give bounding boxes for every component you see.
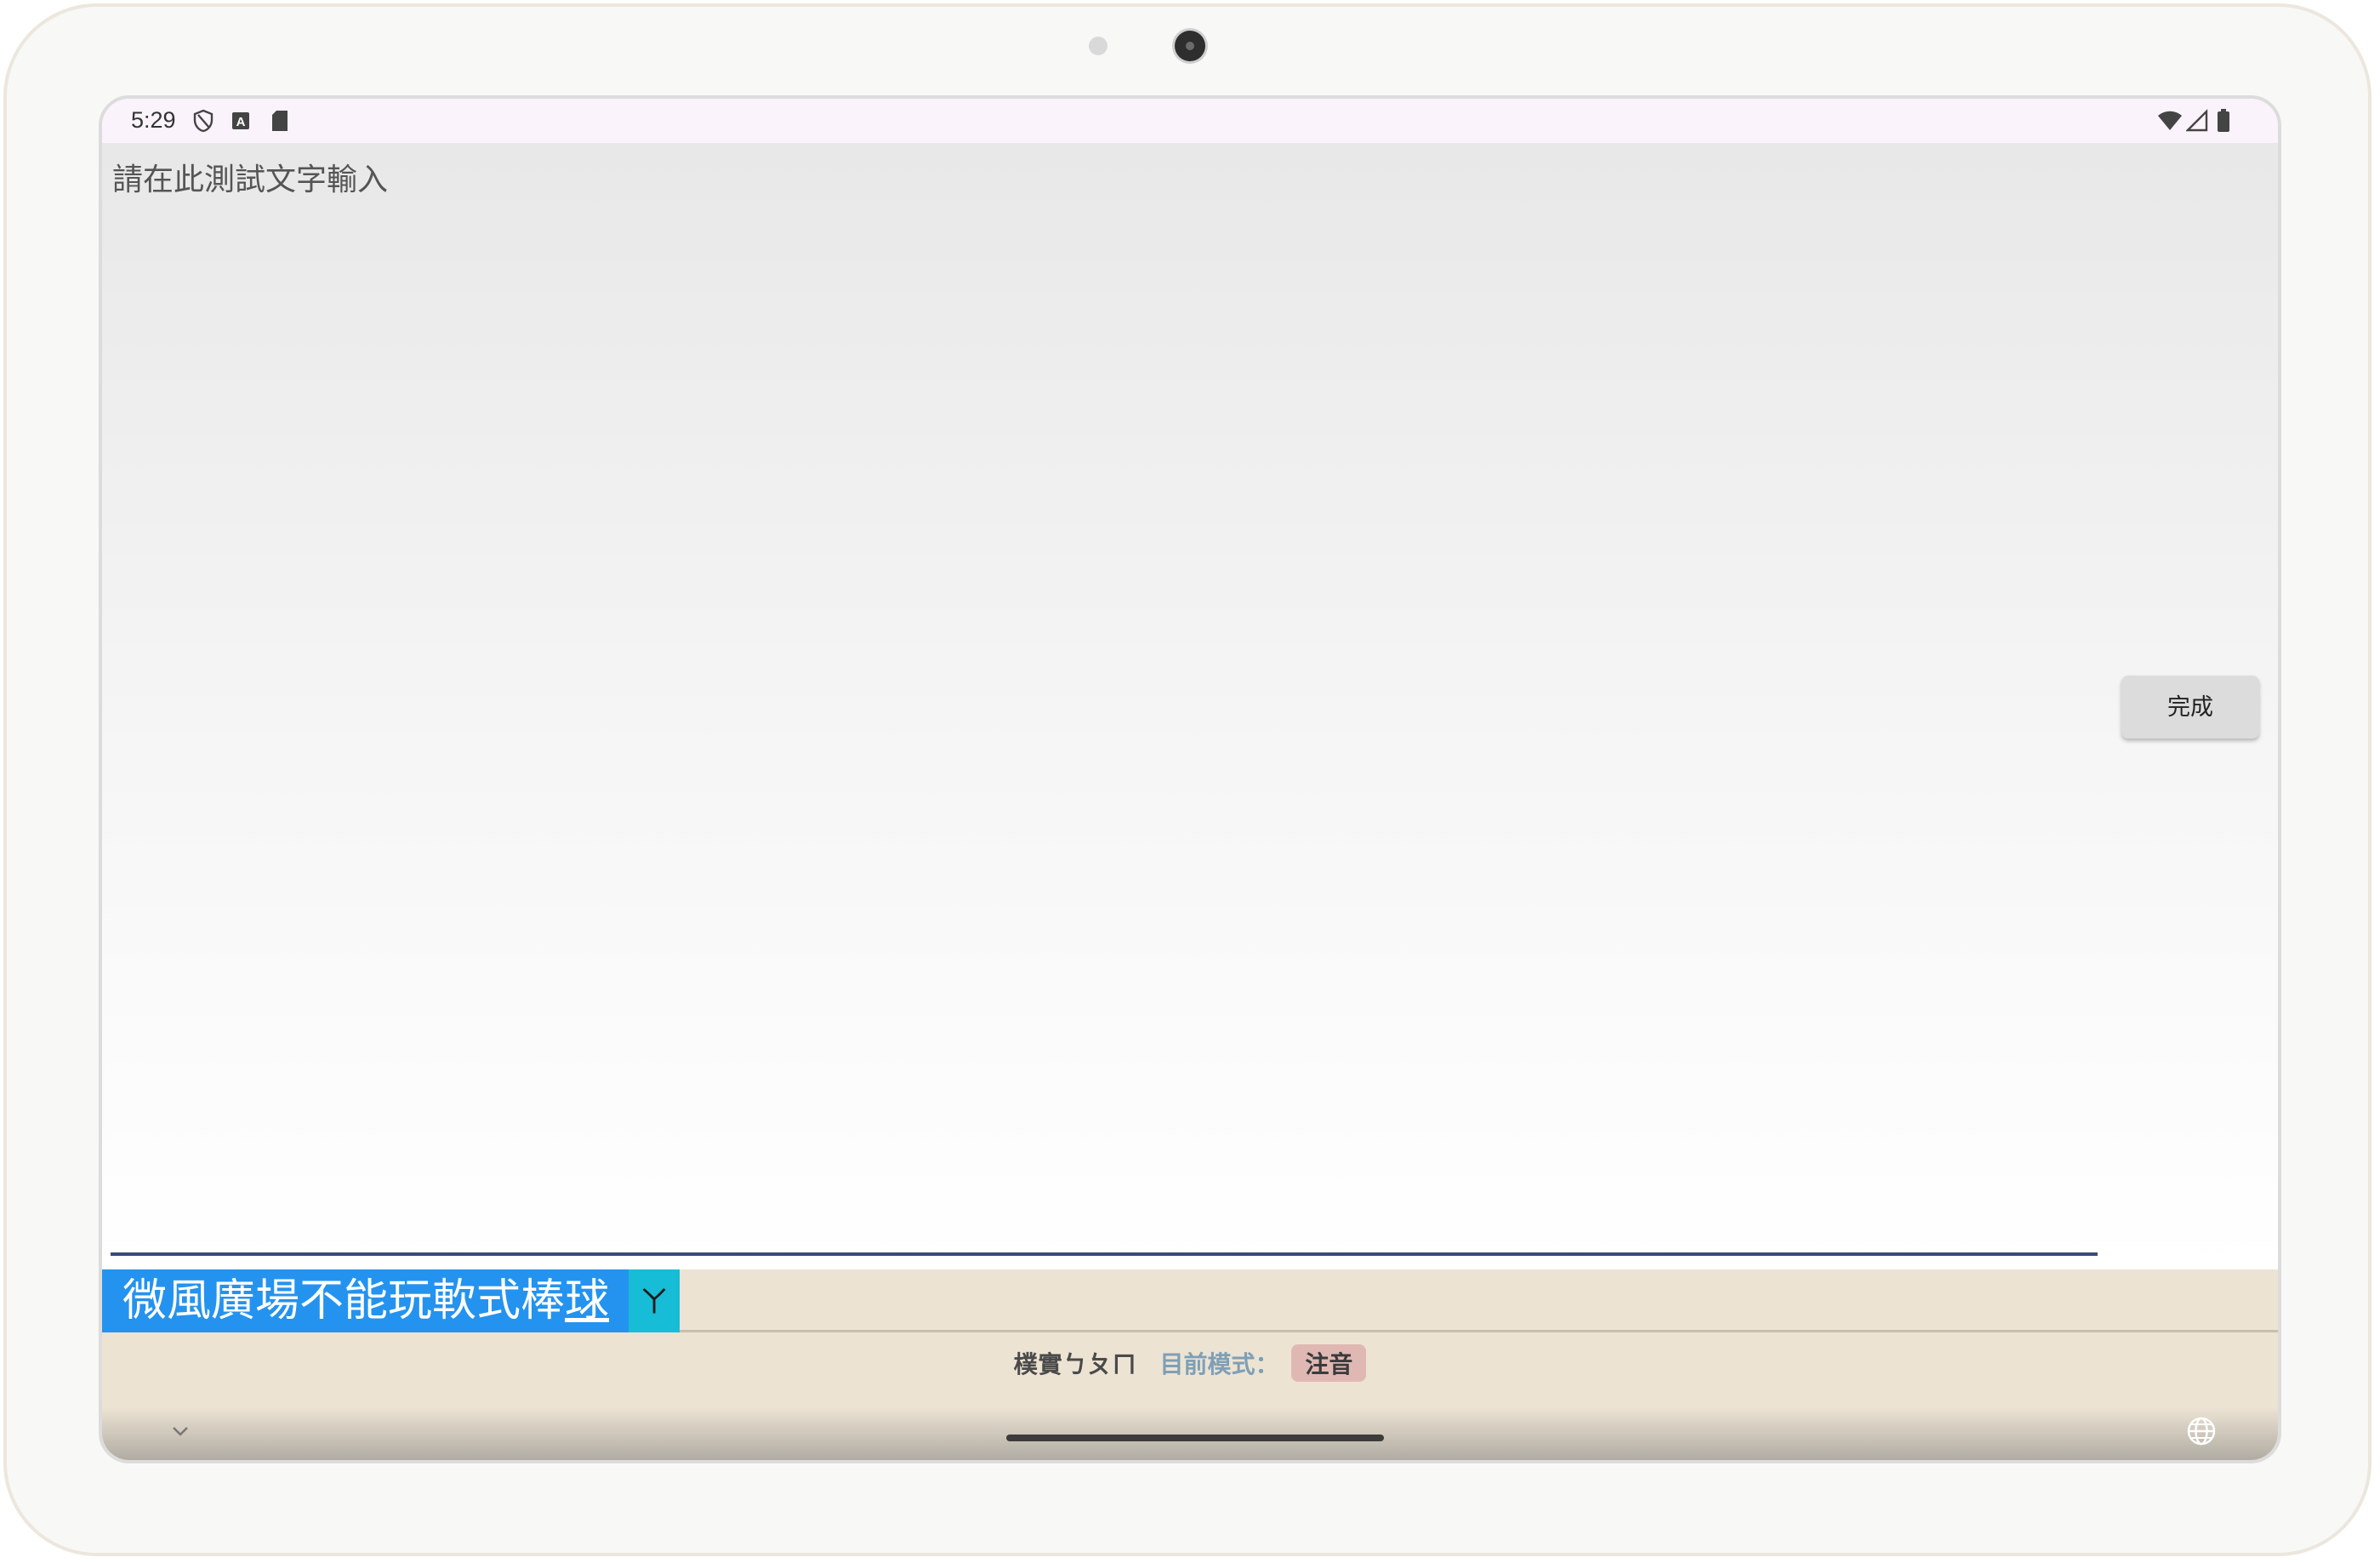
device-screen: 5:29 A 請在此測試文字輸入 完成 微風廣場不能玩軟式棒球 ㄚ 樸實ㄅㄆㄇ … [99, 95, 2281, 1463]
candidate-cursor-char: 球 [565, 1275, 610, 1326]
globe-icon[interactable] [2184, 1414, 2218, 1448]
sd-card-icon [272, 111, 288, 131]
battery-icon [2218, 109, 2229, 132]
mode-label: 目前模式： [1159, 1350, 1279, 1378]
svg-text:A: A [236, 115, 246, 129]
front-camera [1175, 31, 1205, 61]
chevron-down-icon[interactable] [163, 1419, 197, 1445]
mode-badge[interactable]: 注音 [1291, 1344, 1367, 1382]
mode-row: 樸實ㄅㄆㄇ 目前模式： 注音 [102, 1344, 2278, 1382]
status-time: 5:29 [131, 107, 176, 133]
done-button[interactable]: 完成 [2121, 676, 2259, 739]
gesture-home-bar[interactable] [1006, 1435, 1384, 1441]
wifi-icon [2158, 111, 2182, 130]
signal-icon [2186, 109, 2208, 132]
device-frame: 5:29 A 請在此測試文字輸入 完成 微風廣場不能玩軟式棒球 ㄚ 樸實ㄅㄆㄇ … [0, 0, 2380, 1563]
candidate-text: 微風廣場不能玩軟式棒 [122, 1275, 566, 1326]
composing-bopomofo[interactable]: ㄚ [629, 1269, 680, 1332]
ime-keyboard: 微風廣場不能玩軟式棒球 ㄚ 樸實ㄅㄆㄇ 目前模式： 注音 [102, 1269, 2278, 1460]
shield-icon [193, 109, 214, 133]
text-field-underline [111, 1252, 2098, 1256]
proximity-sensor [1089, 37, 1107, 55]
text-input-field[interactable]: 請在此測試文字輸入 [112, 155, 388, 199]
status-bar: 5:29 A [102, 99, 2278, 143]
candidate-bar: 微風廣場不能玩軟式棒球 ㄚ [102, 1269, 2278, 1332]
candidate-item[interactable]: 微風廣場不能玩軟式棒球 [102, 1269, 630, 1332]
app-content: 請在此測試文字輸入 完成 [102, 143, 2278, 1269]
a-box-icon: A [232, 112, 249, 129]
ime-brand-logo: 樸實ㄅㄆㄇ [1013, 1350, 1137, 1378]
